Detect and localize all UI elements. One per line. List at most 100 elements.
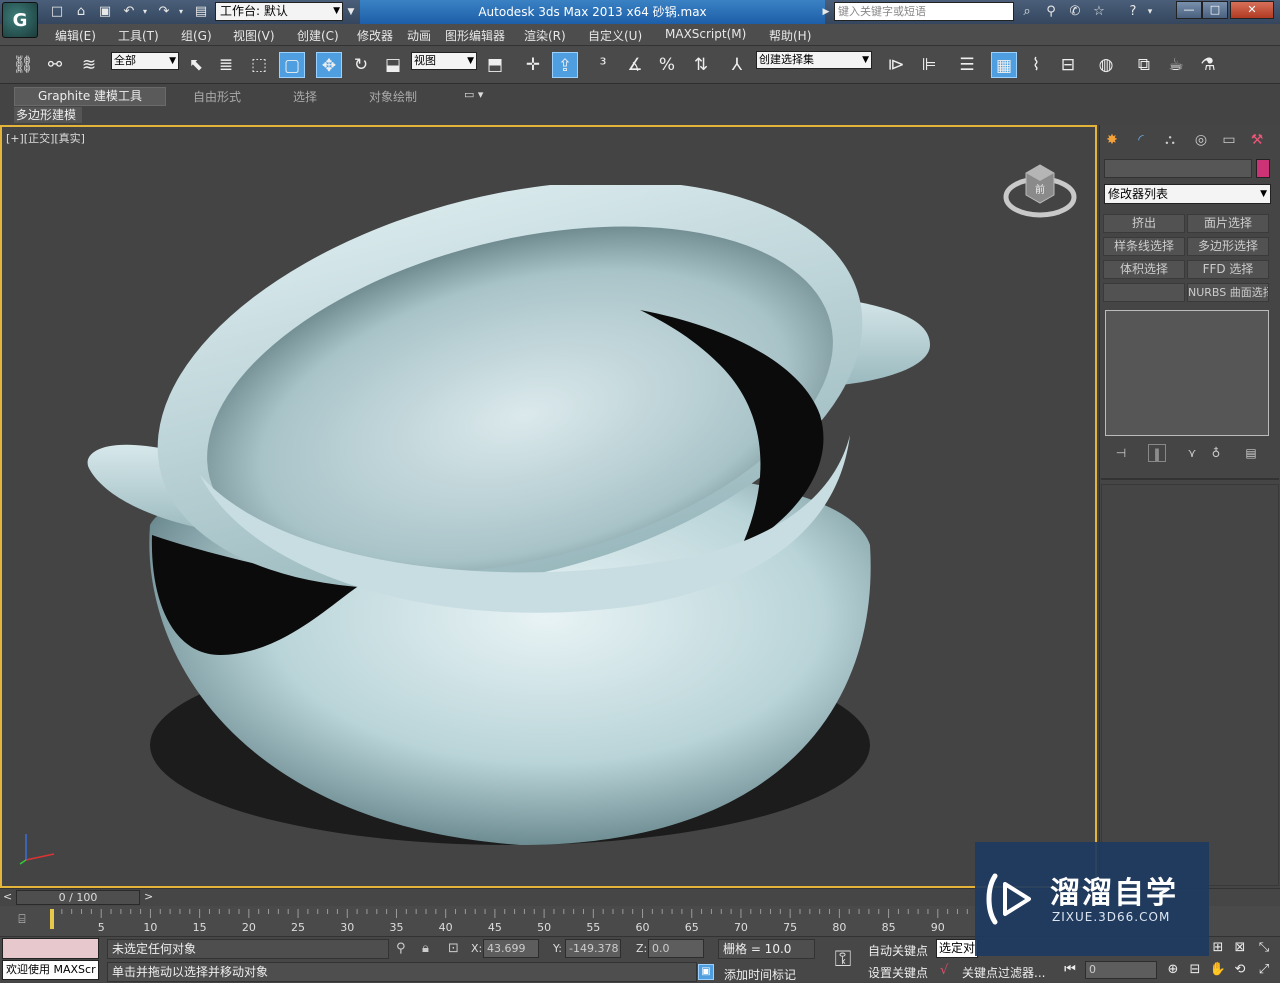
tab-modify[interactable]: ◜ (1130, 130, 1152, 150)
bind-space-warp-icon[interactable]: ≋ (76, 52, 102, 78)
isolate-selection-icon[interactable]: ⚲ (396, 941, 406, 956)
tab-utilities[interactable]: ⚒ (1246, 130, 1268, 150)
tab-display[interactable]: ▭ (1218, 130, 1240, 150)
object-name-field[interactable] (1104, 159, 1252, 178)
pan-view-icon[interactable]: ✋ (1209, 961, 1227, 979)
redo-dropdown-icon[interactable]: ▾ (176, 3, 186, 21)
modifier-list-select[interactable]: 修改器列表 ▼ (1104, 184, 1271, 204)
select-and-link-icon[interactable]: ⛓ (10, 52, 36, 78)
viewcube[interactable]: 前 (1002, 155, 1078, 225)
align-icon[interactable]: ⊫ (916, 52, 942, 78)
rectangular-selection-icon[interactable]: ⬚ (246, 52, 272, 78)
show-end-result-icon[interactable]: ‖ (1148, 444, 1166, 462)
mirror-icon[interactable]: ⧐ (883, 52, 909, 78)
time-slider[interactable]: 0 / 100 (16, 890, 140, 905)
modifier-patch-select-button[interactable]: 面片选择 (1187, 214, 1269, 233)
time-prev-button[interactable]: < (3, 890, 12, 903)
select-and-rotate-icon[interactable]: ↻ (348, 52, 374, 78)
y-coordinate-field[interactable]: -149.378 (565, 939, 621, 958)
workspace-select[interactable]: 工作台: 默认 ▼ (215, 2, 343, 21)
auto-key-button[interactable]: 自动关键点 (868, 942, 928, 959)
object-color-swatch[interactable] (1256, 159, 1270, 178)
window-crossing-icon[interactable]: ▢ (279, 52, 305, 78)
menu-graph-editors[interactable]: 图形编辑器 (445, 27, 505, 44)
configure-modifier-sets-icon[interactable]: ▤ (1242, 444, 1260, 462)
set-key-button[interactable]: 设置关键点 (868, 964, 928, 981)
undo-dropdown-icon[interactable]: ▾ (140, 3, 150, 21)
tab-freeform[interactable]: 自由形式 (193, 88, 241, 105)
select-object-icon[interactable]: ⬉ (183, 52, 209, 78)
redo-icon[interactable]: ↷ (155, 3, 173, 21)
undo-icon[interactable]: ↶ (120, 3, 138, 21)
pivot-center-icon[interactable]: ⬒ (482, 52, 508, 78)
render-production-icon[interactable]: ⚗ (1195, 52, 1221, 78)
tab-create[interactable]: ✸ (1101, 130, 1123, 150)
render-setup-icon[interactable]: ⧉ (1131, 52, 1157, 78)
open-file-icon[interactable]: ⌂ (72, 3, 90, 21)
menu-create[interactable]: 创建(C) (297, 27, 339, 44)
z-coordinate-field[interactable]: 0.0 (648, 939, 704, 958)
reference-coordinate-select[interactable]: 视图 ▼ (411, 52, 477, 70)
maximize-button[interactable]: □ (1202, 1, 1228, 19)
spinner-snap-icon[interactable]: ⇅ (688, 52, 714, 78)
communication-center-icon[interactable]: ✆ (1066, 3, 1084, 21)
named-selection-set-select[interactable]: 创建选择集 ▼ (756, 51, 872, 69)
menu-animation[interactable]: 动画 (407, 27, 431, 44)
modifier-extrude-button[interactable]: 挤出 (1103, 214, 1185, 233)
key-selection-set-select[interactable]: 选定对 (936, 939, 978, 958)
go-to-start-icon[interactable]: ⏮ (1061, 961, 1079, 979)
tab-hierarchy[interactable]: ⛬ (1159, 130, 1181, 150)
keyboard-shortcut-override-icon[interactable]: ⇪ (552, 52, 578, 78)
modifier-poly-select-button[interactable]: 多边形选择 (1187, 237, 1269, 256)
search-input[interactable]: 键入关键字或短语 (834, 2, 1014, 21)
ribbon-dropdown-icon[interactable]: ▭ ▾ (464, 88, 483, 101)
maximize-toggle-icon[interactable]: ⤢ (1255, 961, 1273, 979)
maxscript-welcome-field[interactable]: 欢迎使用 MAXScr (2, 960, 99, 980)
menu-maxscript[interactable]: MAXScript(M) (665, 27, 746, 41)
subscription-icon[interactable]: ⚲ (1042, 3, 1060, 21)
time-tag-icon[interactable]: ▣ (698, 964, 714, 980)
zoom-extents-all-icon[interactable]: ⊠ (1231, 939, 1249, 957)
help-dropdown-icon[interactable]: ▾ (1144, 3, 1156, 21)
viewport-label[interactable]: [+][正交][真实] (6, 130, 85, 146)
selection-filter-select[interactable]: 全部 ▼ (111, 52, 179, 70)
curve-editor-icon[interactable]: ⌇ (1023, 52, 1049, 78)
select-by-name-icon[interactable]: ≣ (213, 52, 239, 78)
angle-snap-icon[interactable]: ∡ (622, 52, 648, 78)
percent-snap-icon[interactable]: % (654, 52, 680, 78)
open-mini-curve-editor-icon[interactable]: ⌸ (12, 912, 32, 930)
menu-edit[interactable]: 编辑(E) (55, 27, 96, 44)
application-logo-button[interactable]: G (2, 2, 38, 38)
zoom-icon[interactable]: ⊕ (1164, 961, 1182, 979)
modifier-ffd-select-button[interactable]: FFD 选择 (1187, 260, 1269, 279)
help-icon[interactable]: ? (1124, 3, 1142, 21)
menu-views[interactable]: 视图(V) (233, 27, 275, 44)
maximize-viewport-icon[interactable]: ⤡ (1255, 939, 1273, 957)
maxscript-mini-listener[interactable] (2, 938, 99, 959)
lock-selection-icon[interactable]: 🔒︎ (422, 941, 429, 956)
modifier-stack[interactable] (1105, 310, 1269, 436)
select-and-manipulate-icon[interactable]: ✛ (520, 52, 546, 78)
modifier-empty-button[interactable] (1103, 283, 1185, 302)
close-button[interactable]: ✕ (1230, 1, 1274, 19)
menu-rendering[interactable]: 渲染(R) (524, 27, 566, 44)
schematic-view-icon[interactable]: ⊟ (1055, 52, 1081, 78)
time-next-button[interactable]: > (144, 890, 153, 903)
current-frame-field[interactable]: 0 (1085, 961, 1157, 979)
menu-help[interactable]: 帮助(H) (769, 27, 811, 44)
set-key-icon[interactable]: ⚿ (824, 942, 862, 978)
rendered-frame-window-icon[interactable]: ☕ (1163, 52, 1189, 78)
pin-stack-icon[interactable]: ⊣ (1112, 444, 1130, 462)
save-file-icon[interactable]: ▣ (96, 3, 114, 21)
modifier-nurbs-surface-select-button[interactable]: NURBS 曲面选择 (1187, 283, 1269, 302)
tab-motion[interactable]: ◎ (1190, 130, 1212, 150)
tab-graphite-modeling-tools[interactable]: Graphite 建模工具 (14, 87, 166, 106)
snaps-toggle-icon[interactable]: ³ (590, 52, 616, 78)
menu-group[interactable]: 组(G) (181, 27, 212, 44)
zoom-extents-icon[interactable]: ⊞ (1209, 939, 1227, 957)
minimize-button[interactable]: — (1176, 1, 1202, 19)
select-and-scale-icon[interactable]: ⬓ (380, 52, 406, 78)
unlink-selection-icon[interactable]: ⚯ (42, 52, 68, 78)
menu-modifiers[interactable]: 修改器 (357, 27, 393, 44)
info-expand-icon[interactable]: ▶ (821, 3, 831, 21)
